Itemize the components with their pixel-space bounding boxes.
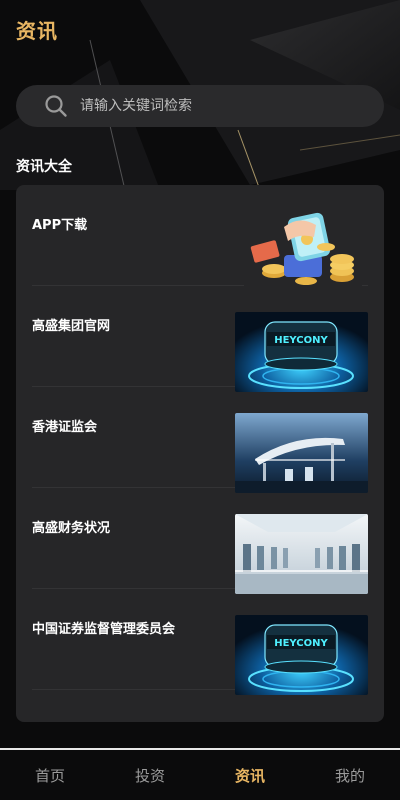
search-input[interactable] [80, 98, 350, 114]
heycony-device-thumbnail: HEYCONY [235, 615, 368, 695]
news-list: APP下载 高盛集团官网 HEYCONY 香港证监会 高盛财务状况 中国证券监督… [16, 185, 384, 722]
news-title: APP下载 [32, 218, 88, 233]
heycony-device-thumbnail: HEYCONY [235, 312, 368, 392]
news-item[interactable]: 高盛财务状况 [32, 488, 368, 594]
news-title: 中国证券监督管理委员会 [32, 622, 176, 637]
news-item[interactable]: 香港证监会 [32, 387, 368, 493]
section-title: 资讯大全 [16, 159, 72, 175]
news-title: 高盛财务状况 [32, 521, 111, 536]
news-title: 香港证监会 [32, 420, 98, 435]
page-title: 资讯 [16, 19, 58, 43]
coins-phone-thumbnail [244, 207, 362, 293]
news-title: 高盛集团官网 [32, 319, 111, 334]
search-icon [45, 95, 67, 117]
charging-hall-thumbnail [235, 514, 368, 594]
news-item[interactable]: 中国证券监督管理委员会 HEYCONY [32, 589, 368, 695]
search-bar[interactable] [16, 85, 384, 127]
news-item[interactable]: 高盛集团官网 HEYCONY [32, 286, 368, 392]
tab-mine[interactable]: 我的 [300, 750, 400, 800]
tab-home[interactable]: 首页 [0, 750, 100, 800]
tab-news[interactable]: 资讯 [200, 750, 300, 800]
app-header: 资讯 [0, 0, 400, 56]
news-item[interactable]: APP下载 [32, 185, 368, 293]
thumb-brand-text: HEYCONY [274, 638, 328, 649]
thumb-brand-text: HEYCONY [274, 335, 328, 346]
tab-invest[interactable]: 投资 [100, 750, 200, 800]
bottom-tab-bar: 首页 投资 资讯 我的 [0, 748, 400, 800]
charging-station-thumbnail [235, 413, 368, 493]
